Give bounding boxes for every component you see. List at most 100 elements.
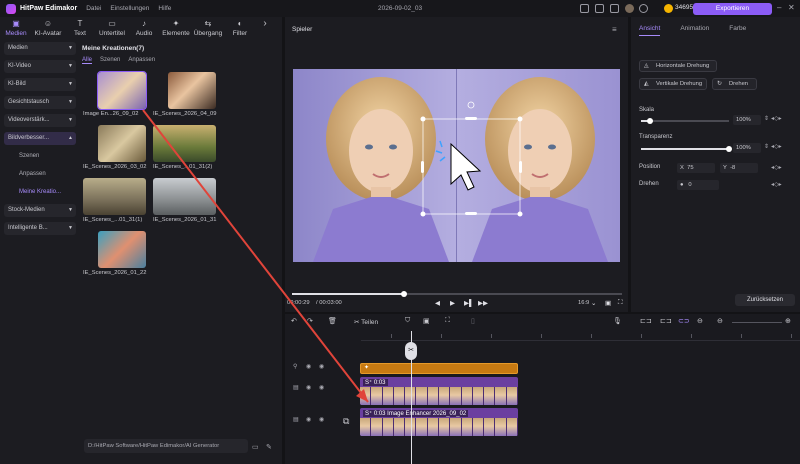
sidebar-item-stock-medien[interactable]: Stock-Medien ▼: [4, 204, 76, 217]
split-button[interactable]: ✂ Teilen: [354, 318, 378, 326]
scrubber-handle[interactable]: [401, 291, 408, 297]
snap-icon[interactable]: ⊏⊐: [640, 317, 652, 325]
avatar[interactable]: [625, 4, 634, 13]
microphone-icon[interactable]: 🎙: [613, 317, 622, 325]
video-preview[interactable]: [293, 69, 620, 262]
menu-hilfe[interactable]: Hilfe: [158, 5, 171, 12]
media-thumbnail[interactable]: [153, 178, 216, 215]
sidebar-item-intelligente[interactable]: Intelligente B... ▼: [4, 222, 76, 235]
eye-icon[interactable]: ◉: [306, 384, 311, 391]
playhead-handle[interactable]: ✂: [405, 342, 417, 360]
freeze-icon[interactable]: ▯: [471, 317, 475, 325]
sidebar-item-videoverstaerker[interactable]: Videoverstärk... ▼: [4, 114, 76, 127]
tab-medien[interactable]: ▣ Medien: [0, 17, 32, 39]
playback-scrubber[interactable]: [292, 291, 622, 297]
tab-elemente[interactable]: ✦ Elemente: [160, 17, 192, 39]
menu-icon[interactable]: ≡: [612, 25, 617, 34]
sidebar-subitem-szenen[interactable]: Szenen: [4, 150, 76, 162]
tab-animation[interactable]: Animation: [680, 25, 709, 36]
output-path-field[interactable]: D:/HitPaw Software/HitPaw Edimakor/AI Ge…: [84, 439, 248, 453]
speed-icon[interactable]: ⛶: [445, 317, 450, 325]
tab-filter[interactable]: ◐ Filter: [224, 17, 256, 39]
media-thumbnail[interactable]: [168, 72, 216, 109]
eye-icon[interactable]: ◉: [319, 384, 324, 391]
filter-szenen[interactable]: Szenen: [100, 57, 120, 64]
gift-icon[interactable]: [580, 4, 589, 13]
timeline-ruler[interactable]: [361, 331, 800, 341]
opacity-value[interactable]: 100%: [733, 143, 761, 153]
sidebar-item-gesichtstausch[interactable]: Gesichtstausch ▼: [4, 96, 76, 109]
eye-icon[interactable]: ◉: [319, 363, 324, 370]
zoom-slider[interactable]: [732, 322, 782, 323]
tab-untertitel[interactable]: ▭ Untertitel: [96, 17, 128, 39]
link-icon[interactable]: ⊂⊃: [678, 317, 690, 325]
video-clip-1[interactable]: S⁺ 0:03: [360, 377, 518, 405]
flip-horizontal-button[interactable]: ◬ Horizontale Drehung: [639, 60, 717, 72]
eye-icon[interactable]: ◉: [319, 416, 324, 423]
screenshot-icon[interactable]: ▣: [605, 299, 611, 307]
eye-icon[interactable]: ◉: [306, 363, 311, 370]
opacity-slider-handle[interactable]: [726, 146, 732, 152]
delete-icon[interactable]: 🗑: [328, 317, 337, 325]
crop-icon[interactable]: ▣: [423, 317, 430, 325]
flip-vertical-button[interactable]: ◭ Vertikale Drehung: [639, 78, 707, 90]
tab-ansicht[interactable]: Ansicht: [639, 25, 661, 36]
chevron-down-icon[interactable]: ⌄: [591, 299, 596, 307]
tab-uebergang[interactable]: ⇆ Übergang: [192, 17, 224, 39]
tab-ki-avatar[interactable]: ☺ KI-Avatar: [32, 17, 64, 39]
skip-back-icon[interactable]: ◀: [435, 299, 440, 307]
media-thumbnail[interactable]: [98, 125, 146, 162]
step-forward-icon[interactable]: ▶▌: [464, 299, 474, 307]
account-icon[interactable]: [639, 4, 648, 13]
scale-value[interactable]: 100%: [733, 115, 761, 125]
sidebar-item-ki-video[interactable]: KI-Video ▼: [4, 60, 76, 73]
menu-datei[interactable]: Datei: [86, 5, 101, 12]
sidebar-item-medien[interactable]: Medien ▼: [4, 42, 76, 55]
sidebar-subitem-anpassen[interactable]: Anpassen: [4, 168, 76, 180]
tab-farbe[interactable]: Farbe: [729, 25, 746, 36]
stepper-icon[interactable]: ⇕: [764, 115, 769, 122]
media-thumbnail[interactable]: [153, 125, 216, 162]
lock-icon[interactable]: ▤: [293, 416, 299, 423]
undo-icon[interactable]: ↶: [291, 317, 297, 325]
sidebar-subitem-meine-kreationen[interactable]: Meine Kreatio...: [4, 186, 76, 198]
magnet-icon[interactable]: ⊖: [697, 317, 703, 325]
filter-alle[interactable]: Alle: [82, 57, 93, 64]
fast-forward-icon[interactable]: ▶▶: [478, 299, 488, 307]
tab-audio[interactable]: ♪ Audio: [128, 17, 160, 39]
scale-slider-handle[interactable]: [646, 118, 653, 124]
zoom-in-icon[interactable]: ⊕: [785, 317, 791, 325]
stepper-icon[interactable]: ⇕: [764, 143, 769, 150]
aspect-ratio[interactable]: 16:9: [578, 300, 589, 306]
edit-icon[interactable]: ✎: [266, 443, 272, 451]
play-icon[interactable]: ▶: [450, 299, 455, 307]
position-y-field[interactable]: Y -8: [720, 163, 758, 173]
scale-slider[interactable]: [641, 118, 729, 124]
tutorial-icon[interactable]: [610, 4, 619, 13]
folder-icon[interactable]: ▭: [252, 443, 259, 451]
rotate-field[interactable]: ● 0: [677, 180, 719, 190]
media-thumbnail[interactable]: [83, 178, 146, 215]
link-icon[interactable]: ⚲: [293, 363, 297, 370]
reset-button[interactable]: Zurücksetzen: [735, 294, 795, 306]
keyframe-icon[interactable]: ◂◇▸: [771, 181, 782, 188]
feedback-icon[interactable]: [595, 4, 604, 13]
marker-icon[interactable]: ⛉: [405, 317, 410, 325]
keyframe-icon[interactable]: ◂◇▸: [771, 164, 782, 171]
tabs-next-button[interactable]: ›: [256, 17, 274, 39]
keyframe-icon[interactable]: ◂◇▸: [771, 143, 782, 150]
lock-icon[interactable]: ▤: [293, 384, 299, 391]
media-thumbnail[interactable]: [98, 231, 146, 268]
media-thumbnail[interactable]: [97, 71, 147, 110]
sidebar-item-ki-bild[interactable]: KI-Bild ▼: [4, 78, 76, 91]
close-icon[interactable]: ✕: [788, 3, 795, 12]
sidebar-item-bildverbesserer[interactable]: Bildverbesser... ▲: [4, 132, 76, 145]
filter-anpassen[interactable]: Anpassen: [128, 57, 155, 64]
video-clip-2[interactable]: S⁺ 0:03 Image Enhancer 2026_09_02: [360, 408, 518, 436]
rotate-button[interactable]: ↻ Drehen: [712, 78, 757, 90]
menu-einstellungen[interactable]: Einstellungen: [110, 5, 149, 12]
opacity-slider[interactable]: [641, 146, 732, 152]
position-x-field[interactable]: X 75: [677, 163, 715, 173]
zoom-out-icon[interactable]: ⊖: [717, 317, 723, 325]
effect-clip[interactable]: ✦: [360, 363, 518, 374]
